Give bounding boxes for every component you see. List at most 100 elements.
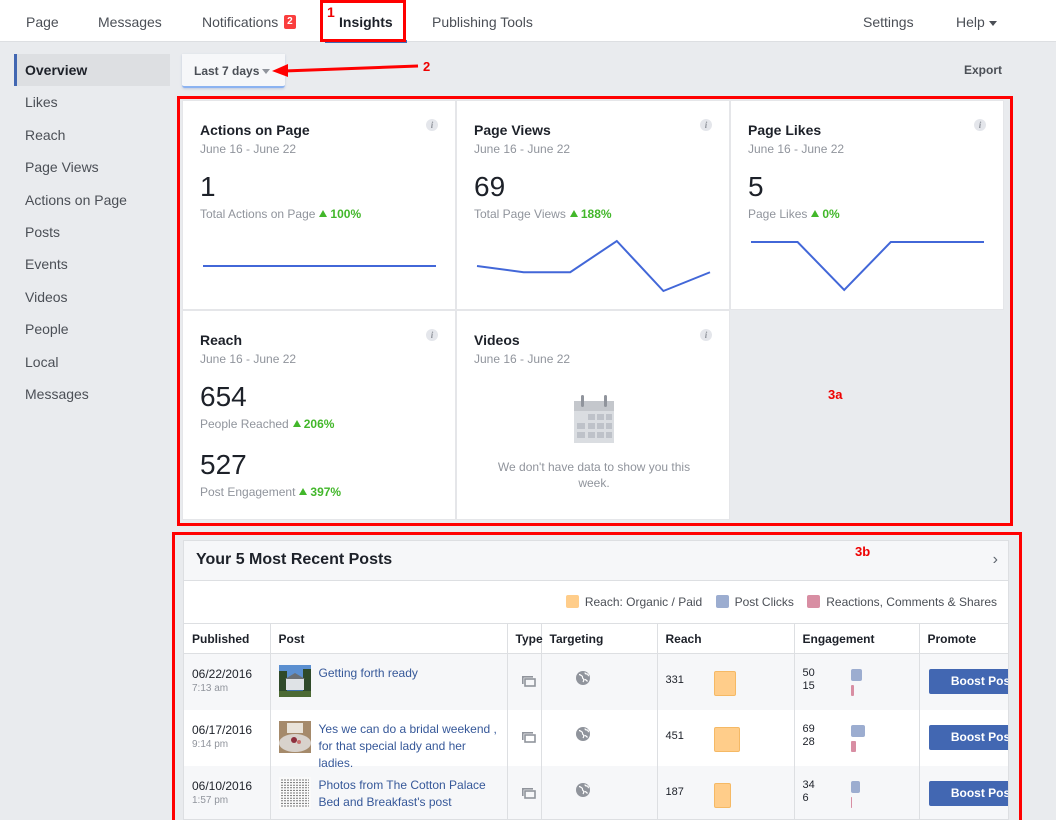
sidebar-item-actions-on-page[interactable]: Actions on Page — [14, 184, 170, 216]
sidebar-item-overview[interactable]: Overview — [14, 54, 170, 87]
card-page-views[interactable]: Page Views June 16 - June 22 i 69 Total … — [456, 100, 730, 310]
sidebar-item-videos[interactable]: Videos — [14, 281, 170, 313]
up-arrow-icon — [292, 420, 301, 427]
engagement-values: 69 28 — [803, 723, 815, 749]
cell-targeting — [541, 710, 658, 766]
card-value-secondary: 527 — [200, 449, 247, 480]
cell-engagement: 50 15 — [794, 653, 920, 710]
cell-reach: 331 — [657, 653, 795, 710]
annotation-label-1: 1 — [327, 4, 335, 20]
tab-insights-label: Insights — [339, 14, 393, 30]
sidebar-item-people[interactable]: People — [14, 313, 170, 345]
settings-label: Settings — [863, 14, 914, 30]
boost-post-button[interactable]: Boost Post — [928, 669, 1008, 694]
post-link[interactable]: Photos from The Cotton Palace Bed and Br… — [319, 777, 503, 811]
column-header-reach[interactable]: Reach — [657, 623, 795, 654]
sidebar-item-reach[interactable]: Reach — [14, 119, 170, 151]
card-value: 654 — [200, 381, 247, 412]
card-reach[interactable]: Reach June 16 - June 22 i 654 People Rea… — [182, 310, 456, 520]
tab-publishing-tools-label: Publishing Tools — [432, 14, 533, 30]
boost-post-button[interactable]: Boost Post — [928, 725, 1008, 750]
column-header-type[interactable]: Type — [507, 623, 543, 654]
cell-post: Getting forth ready — [270, 653, 508, 710]
tab-messages-label: Messages — [98, 14, 162, 30]
post-clicks-value: 50 — [802, 667, 815, 679]
export-button[interactable]: Export — [964, 63, 1002, 77]
tab-notifications-label: Notifications — [202, 14, 279, 30]
cell-type — [507, 710, 542, 766]
tab-notifications[interactable]: Notifications 2 — [202, 0, 296, 42]
tab-messages[interactable]: Messages — [98, 0, 162, 42]
album-type-icon — [521, 676, 536, 687]
card-videos[interactable]: Videos June 16 - June 22 i We don't have… — [456, 310, 730, 520]
tab-insights[interactable]: Insights — [325, 0, 407, 43]
reactions-bar — [850, 685, 854, 696]
legend-label-reach: Reach: Organic / Paid — [584, 595, 703, 609]
chevron-right-icon[interactable]: › — [993, 551, 998, 569]
sidebar-item-posts[interactable]: Posts — [14, 216, 170, 248]
published-date: 06/10/2016 — [192, 779, 253, 793]
engagement-values: 34 6 — [803, 779, 815, 805]
column-header-engagement[interactable]: Engagement — [794, 623, 920, 654]
boost-post-button[interactable]: Boost Post — [928, 781, 1008, 806]
metric-change: 206% — [303, 417, 335, 431]
globe-icon — [575, 671, 590, 685]
published-time: 1:57 pm — [192, 795, 229, 806]
date-range-label: Last 7 days — [194, 64, 260, 78]
engagement-values: 50 15 — [803, 667, 815, 693]
post-thumbnail[interactable] — [278, 665, 311, 697]
info-icon[interactable]: i — [700, 329, 712, 341]
column-header-published[interactable]: Published — [184, 623, 271, 654]
table-row: 06/22/2016 7:13 am Getting forth ready 331 5… — [184, 653, 1008, 710]
metric-label: People Reached — [200, 417, 289, 431]
sparkline-page-views — [476, 239, 711, 293]
recent-posts-header[interactable]: Your 5 Most Recent Posts › — [184, 541, 1008, 581]
metric-label: Post Engagement — [200, 485, 296, 499]
settings-link[interactable]: Settings — [863, 0, 914, 42]
column-header-post[interactable]: Post — [270, 623, 508, 654]
cell-published: 06/22/2016 7:13 am — [184, 653, 271, 710]
sidebar-item-page-views[interactable]: Page Views — [14, 151, 170, 183]
recent-posts-panel: Your 5 Most Recent Posts › Reach: Organi… — [183, 540, 1009, 820]
table-header-row: Published Post Type Targeting Reach Enga… — [184, 623, 1008, 654]
tab-page[interactable]: Page — [26, 0, 59, 42]
table-row: 06/10/2016 1:57 pm Photos from The Cotton … — [184, 766, 1008, 819]
post-clicks-bar — [850, 725, 865, 737]
sidebar-item-likes[interactable]: Likes — [14, 86, 170, 118]
annotation-label-3b: 3b — [855, 544, 871, 559]
cell-promote: Boost Post — [919, 766, 1008, 819]
tab-publishing-tools[interactable]: Publishing Tools — [432, 0, 533, 42]
help-menu[interactable]: Help — [956, 0, 997, 42]
tab-page-label: Page — [26, 14, 59, 30]
posts-legend: Reach: Organic / Paid Post Clicks Reacti… — [556, 595, 997, 609]
metric-change: 397% — [310, 485, 342, 499]
cell-type — [507, 653, 542, 710]
album-type-icon — [521, 788, 536, 799]
post-link[interactable]: Yes we can do a bridal weekend , for tha… — [319, 721, 503, 772]
card-title: Reach — [200, 332, 243, 348]
post-link[interactable]: Getting forth ready — [319, 665, 503, 682]
post-thumbnail[interactable] — [278, 777, 311, 809]
card-actions-on-page[interactable]: Actions on Page June 16 - June 22 i 1 To… — [182, 100, 456, 310]
info-icon[interactable]: i — [426, 329, 438, 341]
post-clicks-bar — [850, 669, 862, 681]
reactions-bar — [850, 797, 852, 808]
reach-value: 187 — [665, 786, 684, 798]
top-navigation: Page Messages Notifications 2 Insights P… — [0, 0, 1056, 43]
sidebar-item-messages[interactable]: Messages — [14, 378, 170, 410]
recent-posts-title: Your 5 Most Recent Posts — [196, 551, 393, 568]
card-page-likes[interactable]: Page Likes June 16 - June 22 i 5 Page Li… — [730, 100, 1004, 310]
legend-label-reactions: Reactions, Comments & Shares — [826, 595, 997, 609]
post-thumbnail[interactable] — [278, 721, 311, 753]
column-header-promote[interactable]: Promote — [919, 623, 1008, 654]
reach-bar — [713, 671, 736, 696]
legend-label-clicks: Post Clicks — [734, 595, 794, 609]
sidebar-item-local[interactable]: Local — [14, 346, 170, 378]
up-arrow-icon — [299, 488, 308, 495]
column-header-targeting[interactable]: Targeting — [541, 623, 658, 654]
card-date-range: June 16 - June 22 — [200, 352, 297, 366]
published-time: 7:13 am — [192, 683, 229, 694]
cell-promote: Boost Post — [919, 653, 1008, 710]
post-clicks-value: 34 — [802, 779, 815, 791]
sidebar-item-events[interactable]: Events — [14, 248, 170, 280]
